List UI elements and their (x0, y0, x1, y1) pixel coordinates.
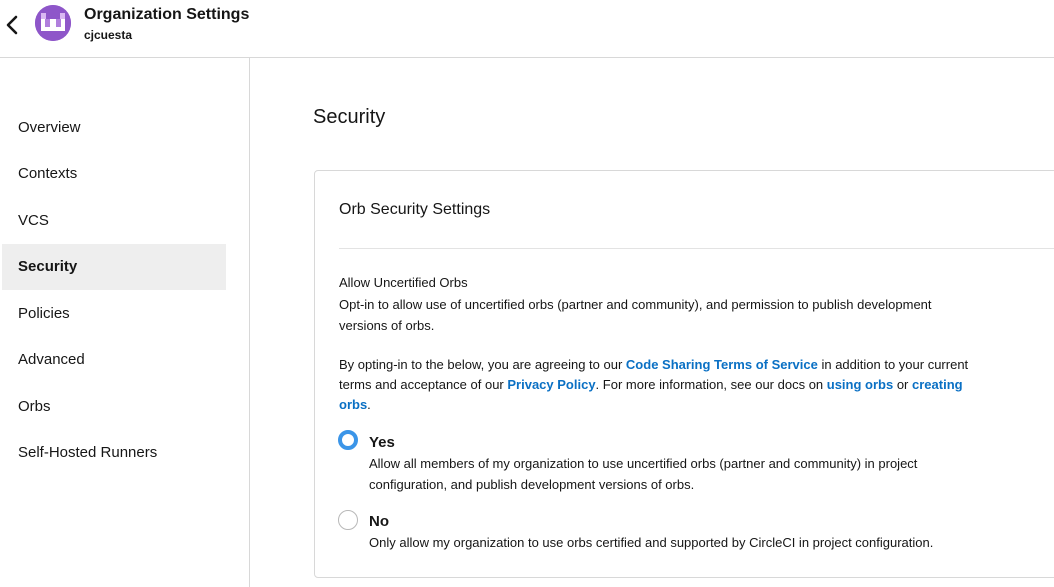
divider (339, 248, 1054, 249)
privacy-policy-link[interactable]: Privacy Policy (507, 377, 595, 392)
card-title: Orb Security Settings (339, 201, 491, 218)
org-logo-icon (35, 5, 71, 41)
orb-security-card: Orb Security Settings Allow Uncertified … (314, 170, 1054, 578)
terms-text-4: or (893, 377, 913, 392)
section-label: Allow Uncertified Orbs (339, 275, 468, 290)
page-title: Security (313, 106, 386, 128)
sidebar-item-overview[interactable]: Overview (2, 105, 226, 151)
sidebar-item-vcs[interactable]: VCS (2, 198, 226, 244)
header: Organization Settings cjcuesta (0, 0, 1054, 58)
terms-text-1: By opting-in to the below, you are agree… (339, 357, 626, 372)
option-no-description: Only allow my organization to use orbs c… (369, 535, 934, 550)
sidebar-item-self-hosted-runners[interactable]: Self-Hosted Runners (2, 430, 226, 476)
using-orbs-link[interactable]: using orbs (827, 377, 893, 392)
page-header-title: Organization Settings (84, 6, 250, 23)
sidebar: Overview Contexts VCS Security Policies … (0, 58, 250, 587)
section-description: Opt-in to allow use of uncertified orbs … (339, 297, 932, 333)
sidebar-item-policies[interactable]: Policies (2, 291, 226, 337)
back-button[interactable] (2, 12, 24, 38)
option-yes-description: Allow all members of my organization to … (369, 456, 918, 492)
radio-no[interactable] (338, 510, 358, 530)
terms-notice: By opting-in to the below, you are agree… (339, 355, 979, 415)
sidebar-item-security[interactable]: Security (2, 244, 226, 290)
chevron-left-icon (6, 15, 18, 35)
option-yes-label[interactable]: Yes (369, 434, 395, 451)
radio-yes[interactable] (338, 430, 358, 450)
option-no-label[interactable]: No (369, 513, 389, 530)
org-name: cjcuesta (84, 28, 133, 42)
terms-text-5: . (367, 397, 371, 412)
sidebar-item-advanced[interactable]: Advanced (2, 337, 226, 383)
terms-text-3: . For more information, see our docs on (595, 377, 827, 392)
code-sharing-terms-link[interactable]: Code Sharing Terms of Service (626, 357, 818, 372)
sidebar-item-orbs[interactable]: Orbs (2, 384, 226, 430)
sidebar-item-contexts[interactable]: Contexts (2, 151, 226, 197)
org-avatar (35, 5, 71, 41)
